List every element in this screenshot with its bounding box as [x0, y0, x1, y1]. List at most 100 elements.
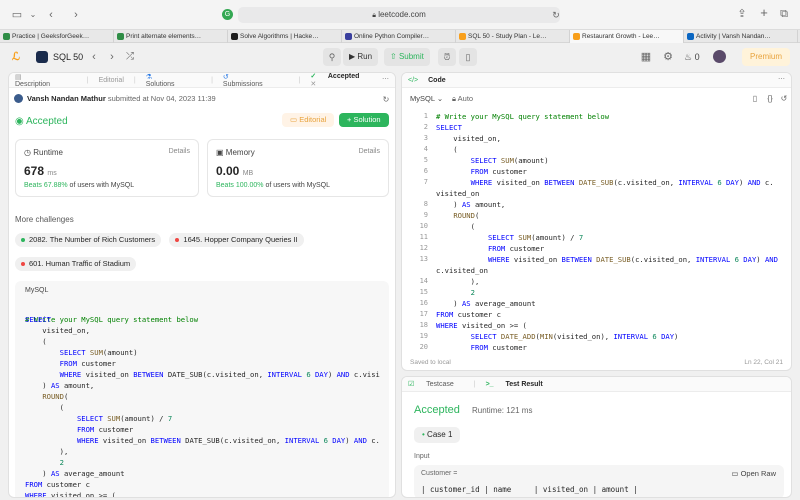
favicon-icon — [573, 33, 580, 40]
sidebar-icon[interactable]: ▭ — [10, 8, 24, 22]
streak-counter[interactable]: ♨ 0 — [684, 51, 700, 63]
runtime-details-link[interactable]: Details — [169, 148, 190, 155]
code-editor[interactable]: 1 # Write your MySQL query statement belo… — [402, 111, 791, 357]
memory-details-link[interactable]: Details — [359, 148, 380, 155]
memory-card[interactable]: ▣ Memory Details 0.00 MB Beats 100.00% o… — [207, 139, 389, 197]
prev-problem-icon[interactable]: ‹ — [89, 50, 99, 64]
notes-icon[interactable]: ▯ — [459, 48, 477, 66]
debug-icon[interactable]: ⚲ — [323, 48, 341, 66]
chip-icon: ▣ — [216, 148, 224, 157]
favicon-icon — [117, 33, 124, 40]
check-circle-icon: ◉ — [15, 116, 24, 127]
difficulty-dot — [21, 238, 25, 243]
browser-tab-active[interactable]: Restaurant Growth - Lee… — [570, 30, 684, 43]
tab-description[interactable]: ▤ Description — [15, 73, 77, 88]
submission-panel: ▤ Description | Editorial | ⚗ Solutions … — [8, 72, 396, 498]
code-panel-header: </> Code ⋯ — [402, 73, 791, 88]
browser-tab-strip: Practice | GeeksforGeek… Print alternate… — [0, 30, 800, 43]
settings-icon[interactable]: ⚙ — [662, 50, 674, 64]
study-plan-icon — [36, 51, 48, 63]
layout-icon[interactable]: ▦ — [640, 50, 652, 64]
study-plan-title[interactable]: SQL 50 — [53, 51, 83, 63]
table-name: Customer = — [421, 470, 458, 477]
share-icon[interactable]: ⇪ — [736, 7, 748, 21]
lock-icon: 🔒︎ — [452, 94, 456, 103]
language-select[interactable]: MySQL ⌄ — [410, 94, 443, 103]
runtime-card[interactable]: ◷ Runtime Details 678 ms Beats 67.88% of… — [15, 139, 199, 197]
grammarly-icon[interactable]: G — [222, 9, 233, 20]
autosave-indicator[interactable]: 🔒︎ Auto — [452, 94, 473, 104]
forward-icon[interactable]: › — [70, 8, 82, 22]
case-1-tab[interactable]: • Case 1 — [414, 427, 461, 443]
more-icon[interactable]: ⋯ — [382, 75, 389, 83]
shuffle-icon[interactable]: ⤮ — [124, 50, 136, 64]
code-language-label: MySQL — [25, 287, 49, 294]
lock-icon: 🔒︎ — [372, 12, 376, 19]
format-icon[interactable]: {} — [764, 92, 776, 106]
open-raw-button[interactable]: ▭ Open Raw — [731, 469, 776, 478]
browser-tab[interactable]: Activity | Vansh Nandan… — [684, 30, 798, 43]
left-panel-tabs: ▤ Description | Editorial | ⚗ Solutions … — [9, 73, 395, 88]
tab-divider: | — [86, 76, 89, 84]
terminal-icon: >_ — [485, 380, 494, 388]
back-icon[interactable]: ‹ — [45, 8, 57, 22]
reset-icon[interactable]: ↺ — [779, 92, 789, 106]
browser-tab[interactable]: Solve Algorithms | Hacke… — [228, 30, 342, 43]
browser-tab[interactable]: Practice | GeeksforGeek… — [0, 30, 114, 43]
table-header-row: | customer_id | name | visited_on | amou… — [421, 485, 638, 494]
memory-label: ▣ Memory — [216, 148, 255, 157]
new-tab-icon[interactable]: + — [758, 6, 770, 20]
memory-value: 0.00 MB — [216, 164, 254, 178]
submitter-name[interactable]: Vansh Nandan Mathur — [27, 94, 106, 103]
browser-tab[interactable]: Online Python Compiler… — [342, 30, 456, 43]
code-panel-title: Code — [428, 76, 446, 84]
cursor-position: Ln 22, Col 21 — [744, 359, 783, 366]
tab-overview-icon[interactable]: ⧉ — [778, 7, 790, 21]
address-bar[interactable]: 🔒︎ leetcode.com — [238, 7, 560, 23]
open-raw-icon: ▭ — [731, 469, 739, 478]
check-circle-icon: ✓ — [310, 73, 317, 80]
submit-button[interactable]: ⇧ Submit — [384, 48, 430, 66]
browser-tab[interactable]: SQL 50 - Study Plan - Le… — [456, 30, 570, 43]
tab-editorial[interactable]: Editorial — [99, 77, 124, 84]
more-icon[interactable]: ⋯ — [778, 75, 785, 83]
upload-icon: ⇧ — [390, 52, 397, 61]
flask-icon: ⚗ — [145, 73, 152, 81]
next-problem-icon[interactable]: › — [107, 50, 117, 64]
close-icon[interactable]: ✕ — [310, 81, 316, 88]
timer-icon[interactable]: ⏰︎ — [438, 48, 456, 66]
history-icon: ↺ — [222, 73, 229, 81]
challenge-chip[interactable]: 1645. Hopper Company Queries II — [169, 233, 304, 247]
tab-accepted[interactable]: ✓ Accepted ✕ — [310, 73, 385, 88]
leetcode-header: ℒ SQL 50 ‹ › ⤮ ⚲ ▶ Run ⇧ Submit ⏰︎ ▯ ▦ ⚙… — [0, 43, 800, 71]
refresh-icon[interactable]: ↻ — [381, 93, 391, 107]
input-label: Input — [414, 453, 430, 460]
test-result-panel: ☑ Testcase | >_ Test Result Accepted Run… — [401, 376, 792, 498]
tab-divider: | — [133, 76, 136, 84]
tab-submissions[interactable]: ↺ Submissions — [223, 73, 289, 88]
reload-icon[interactable]: ↻ — [551, 8, 561, 22]
challenge-list: 2082. The Number of Rich Customers 1645.… — [15, 233, 395, 247]
code-editor-panel: </> Code ⋯ MySQL ⌄ 🔒︎ Auto ▯ {} ↺ 1 # Wri… — [401, 72, 792, 371]
bookmark-icon[interactable]: ▯ — [750, 92, 760, 106]
tab-solutions[interactable]: ⚗ Solutions — [146, 73, 201, 88]
chevron-down-icon[interactable]: ⌄ — [28, 8, 38, 22]
tab-divider: | — [298, 76, 301, 84]
editorial-button[interactable]: ▭ Editorial — [282, 113, 335, 127]
accepted-status: ◉ Accepted — [15, 116, 68, 127]
result-runtime: Runtime: 121 ms — [472, 406, 533, 415]
submitted-code: # Write your MySQL query statement below… — [25, 315, 380, 498]
challenge-chip[interactable]: 2082. The Number of Rich Customers — [15, 233, 162, 247]
tab-test-result[interactable]: >_ Test Result — [486, 381, 553, 388]
challenge-chip[interactable]: 601. Human Traffic of Stadium — [15, 257, 137, 271]
run-button[interactable]: ▶ Run — [343, 48, 379, 66]
checkbox-icon: ☑ — [408, 381, 415, 388]
leetcode-logo-icon[interactable]: ℒ — [12, 51, 24, 63]
premium-button[interactable]: Premium — [742, 48, 791, 66]
browser-tab[interactable]: Print alternate elements… — [114, 30, 228, 43]
post-solution-button[interactable]: + Solution — [339, 113, 389, 127]
avatar[interactable] — [713, 50, 726, 63]
submitted-at: submitted at Nov 04, 2023 11:39 — [107, 94, 216, 103]
tab-testcase[interactable]: ☑ Testcase — [408, 380, 464, 388]
runtime-beats: Beats 67.88% of users with MySQL — [24, 182, 135, 189]
